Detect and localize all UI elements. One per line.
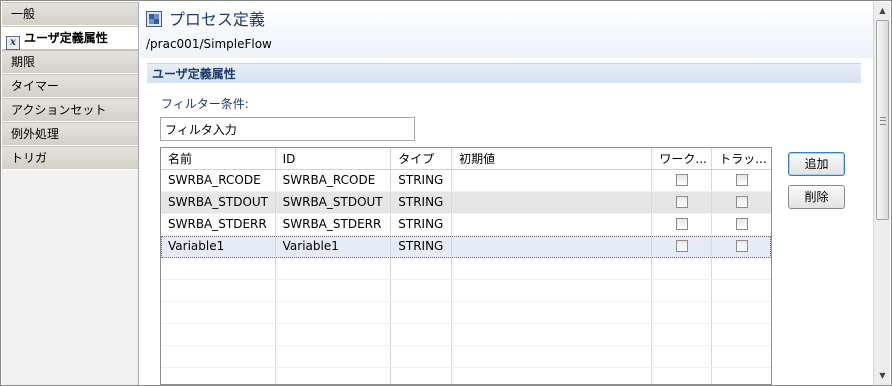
empty-row [161,346,771,368]
cell-type: STRING [391,236,453,257]
column-header-track[interactable]: トラッ... [712,148,771,169]
table-row[interactable]: SWRBA_STDERR SWRBA_STDERR STRING [161,214,771,236]
sidebar-item-label: 一般 [11,7,36,21]
cell-type: STRING [391,214,453,235]
cell-work [652,192,713,213]
cell-type: STRING [391,192,453,213]
cell-name: SWRBA_STDOUT [161,192,276,213]
vertical-scrollbar[interactable]: ▲ ▼ [873,2,890,385]
attributes-table: 名前 ID タイプ 初期値 ワーク... トラッ... SWRBA_RCODE … [160,147,772,385]
sidebar-item-trigger[interactable]: トリガ [2,146,138,170]
sidebar-item-user-attributes[interactable]: x ユーザ定義属性 [2,26,138,50]
process-definition-icon [146,11,162,27]
cell-initial-value [452,192,653,213]
sidebar-item-timer[interactable]: タイマー [2,74,138,98]
sidebar-item-exception[interactable]: 例外処理 [2,122,138,146]
sidebar-item-label: タイマー [11,79,60,93]
sidebar-item-label: 期限 [11,55,36,69]
cell-track [712,192,771,213]
track-checkbox[interactable] [735,218,748,230]
empty-row [161,368,771,384]
work-checkbox[interactable] [675,218,688,230]
cell-track [712,214,771,235]
scroll-down-icon[interactable]: ▼ [875,368,890,384]
add-button[interactable]: 追加 [788,152,845,176]
work-checkbox[interactable] [675,240,688,252]
cell-track [712,236,771,257]
grip-icon [880,117,886,125]
editor-window: 一般 x ユーザ定義属性 期限 タイマー アクションセット 例外処理 トリガ プロ… [0,0,892,386]
editor-header: プロセス定義 /prac001/SimpleFlow [140,2,873,58]
table-row-selected[interactable]: Variable1 Variable1 STRING [161,236,771,258]
title-row: プロセス定義 [146,6,265,30]
table-row[interactable]: SWRBA_RCODE SWRBA_RCODE STRING [161,170,771,192]
column-header-work[interactable]: ワーク... [652,148,713,169]
sidebar-item-action-set[interactable]: アクションセット [2,98,138,122]
sidebar: 一般 x ユーザ定義属性 期限 タイマー アクションセット 例外処理 トリガ [2,2,139,385]
work-checkbox[interactable] [675,174,688,186]
column-header-type[interactable]: タイプ [391,148,453,169]
cell-work [652,170,713,191]
sidebar-item-general[interactable]: 一般 [2,2,138,26]
scroll-up-icon[interactable]: ▲ [875,3,890,19]
cell-work [652,214,713,235]
sidebar-item-label: アクションセット [11,103,107,117]
empty-row [161,324,771,346]
empty-row [161,258,771,280]
work-checkbox[interactable] [675,196,688,208]
cell-initial-value [452,170,653,191]
cell-name: SWRBA_STDERR [161,214,276,235]
cell-initial-value [452,236,653,257]
track-checkbox[interactable] [735,240,748,252]
cell-name: SWRBA_RCODE [161,170,276,191]
track-checkbox[interactable] [735,196,748,208]
sidebar-item-label: トリガ [11,151,48,165]
track-checkbox[interactable] [735,174,748,186]
cell-type: STRING [391,170,453,191]
page-title: プロセス定義 [168,10,265,29]
table-row[interactable]: SWRBA_STDOUT SWRBA_STDOUT STRING [161,192,771,214]
column-header-id[interactable]: ID [276,148,392,169]
empty-row [161,280,771,302]
sidebar-item-label: ユーザ定義属性 [24,31,108,45]
filter-input[interactable] [160,117,415,141]
delete-button[interactable]: 削除 [788,185,845,209]
column-header-name[interactable]: 名前 [161,148,276,169]
cell-initial-value [452,214,653,235]
cell-id: SWRBA_STDOUT [276,192,392,213]
empty-row [161,302,771,324]
cell-id: Variable1 [276,236,392,257]
cell-name: Variable1 [161,236,276,257]
filter-label: フィルター条件: [161,97,249,111]
variable-icon: x [6,36,20,50]
sidebar-item-deadline[interactable]: 期限 [2,50,138,74]
sidebar-item-label: 例外処理 [11,127,60,141]
process-path: /prac001/SimpleFlow [146,37,272,51]
cell-id: SWRBA_STDERR [276,214,392,235]
section-header: ユーザ定義属性 [147,63,861,83]
table-header: 名前 ID タイプ 初期値 ワーク... トラッ... [161,148,771,170]
cell-id: SWRBA_RCODE [276,170,392,191]
column-header-initial-value[interactable]: 初期値 [452,148,653,169]
scrollbar-thumb[interactable] [876,20,889,220]
cell-work [652,236,713,257]
cell-track [712,170,771,191]
